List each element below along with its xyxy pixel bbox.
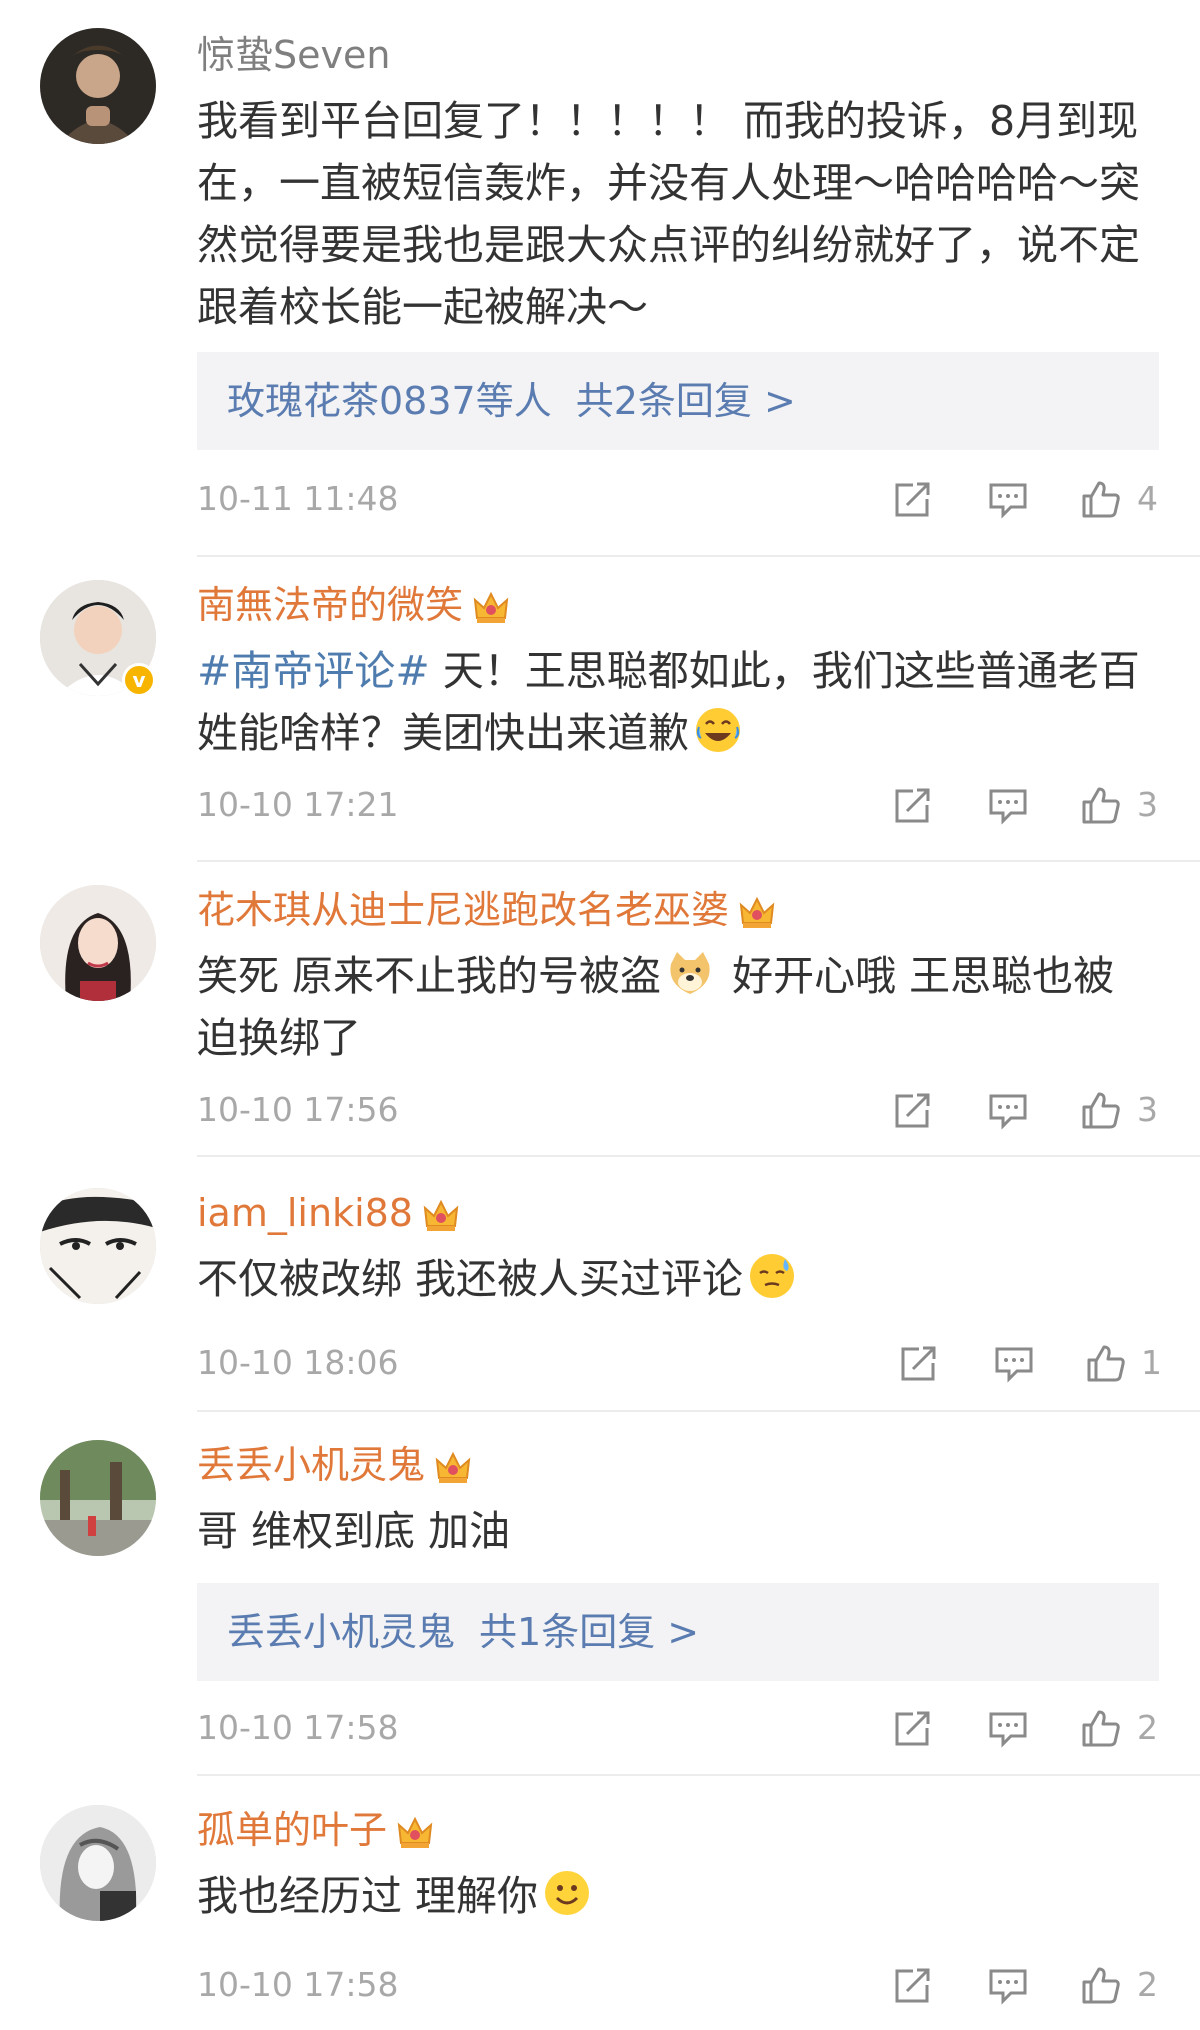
share-icon[interactable] — [891, 479, 933, 519]
avatar[interactable] — [40, 1188, 156, 1304]
smile-emoji-icon — [545, 1871, 590, 1915]
username[interactable]: 南無法帝的微笑 — [197, 582, 511, 628]
comment-item: iam_linki88 不仅被改绑 我还被人买过评论 10-10 18:06 1 — [0, 1158, 1200, 1416]
share-icon[interactable] — [891, 1090, 933, 1130]
divider — [197, 555, 1200, 557]
comment-text: 哥 维权到底 加油 — [197, 1507, 511, 1555]
comment-text: 笑死 原来不止我的号被盗 好开心哦 王思聪也被迫换绑了 — [197, 945, 1152, 1069]
like-icon[interactable] — [1080, 1965, 1122, 2005]
like-icon[interactable] — [1080, 785, 1122, 825]
vip-crown-icon — [473, 591, 509, 623]
share-icon[interactable] — [897, 1343, 939, 1383]
comment-icon[interactable] — [993, 1343, 1035, 1383]
username[interactable]: iam_linki88 — [197, 1190, 461, 1236]
sweat-emoji-icon — [750, 1254, 795, 1298]
comment-time: 10-10 17:21 — [197, 785, 399, 824]
comment-body: 不仅被改绑 我还被人买过评论 — [197, 1255, 744, 1303]
comment-icon[interactable] — [987, 1708, 1029, 1748]
comment-meta: 10-10 17:58 2 — [197, 1703, 1158, 1753]
username-text[interactable]: 孤单的叶子 — [197, 1808, 387, 1852]
comment-meta: 10-10 18:06 1 — [197, 1338, 1162, 1388]
divider — [197, 1155, 1200, 1157]
like-icon[interactable] — [1080, 479, 1122, 519]
divider — [197, 860, 1200, 862]
comment-time: 10-10 17:56 — [197, 1090, 399, 1129]
share-icon[interactable] — [891, 1965, 933, 2005]
comment-time: 10-10 17:58 — [197, 1708, 399, 1747]
comment-text: 不仅被改绑 我还被人买过评论 — [197, 1248, 1152, 1310]
comment-text: 我看到平台回复了！！！！！ 而我的投诉，8月到现在，一直被短信轰炸，并没有人处理… — [197, 97, 1140, 331]
doge-emoji-icon — [670, 952, 710, 994]
share-icon[interactable] — [891, 785, 933, 825]
reply-count-link[interactable]: 共1条回复 > — [479, 1610, 699, 1654]
username[interactable]: 丢丢小机灵鬼 — [197, 1442, 473, 1488]
comment-text: #南帝评论# 天！王思聪都如此，我们这些普通老百姓能啥样？美团快出来道歉 — [197, 640, 1152, 764]
avatar[interactable] — [40, 1805, 156, 1921]
like-icon[interactable] — [1080, 1090, 1122, 1130]
username[interactable]: 惊蛰Seven — [197, 32, 390, 78]
vip-crown-icon — [739, 896, 775, 928]
like-count: 2 — [1137, 1965, 1158, 2004]
comment-icon[interactable] — [987, 1965, 1029, 2005]
reply-count-link[interactable]: 共2条回复 > — [576, 379, 796, 423]
comment-item: 孤单的叶子 我也经历过 理解你 10-10 17:58 2 — [0, 1775, 1200, 2030]
verified-badge-icon: v — [122, 663, 156, 697]
avatar[interactable] — [40, 885, 156, 1001]
comment-icon[interactable] — [987, 1090, 1029, 1130]
comment-time: 10-10 18:06 — [197, 1343, 399, 1382]
comment-time: 10-10 17:58 — [197, 1965, 399, 2004]
comment-meta: 10-10 17:58 2 — [197, 1960, 1158, 2010]
username[interactable]: 孤单的叶子 — [197, 1807, 435, 1853]
reply-users[interactable]: 玫瑰花茶0837等人 — [227, 379, 552, 423]
like-count: 3 — [1137, 785, 1158, 824]
username[interactable]: 花木琪从迪士尼逃跑改名老巫婆 — [197, 887, 777, 933]
comment-meta: 10-11 11:48 4 — [197, 474, 1158, 524]
username-text[interactable]: 花木琪从迪士尼逃跑改名老巫婆 — [197, 888, 729, 932]
vip-crown-icon — [397, 1816, 433, 1848]
hashtag-link[interactable]: #南帝评论# — [197, 647, 430, 695]
avatar[interactable] — [40, 28, 156, 144]
comment-item: 丢丢小机灵鬼 哥 维权到底 加油 丢丢小机灵鬼 共1条回复 > 10-10 17:… — [0, 1410, 1200, 1780]
comment-icon[interactable] — [987, 785, 1029, 825]
reply-summary[interactable]: 丢丢小机灵鬼 共1条回复 > — [197, 1583, 1159, 1681]
comment-item: 惊蛰Seven 我看到平台回复了！！！！！ 而我的投诉，8月到现在，一直被短信轰… — [0, 0, 1200, 560]
comment-icon[interactable] — [987, 479, 1029, 519]
comment-item: v 南無法帝的微笑 #南帝评论# 天！王思聪都如此，我们这些普通老百姓能啥样？美… — [0, 560, 1200, 865]
comment-text: 我也经历过 理解你 — [197, 1865, 1152, 1927]
username-text[interactable]: 南無法帝的微笑 — [197, 583, 463, 627]
like-count: 1 — [1141, 1343, 1162, 1382]
vip-crown-icon — [423, 1199, 459, 1231]
comment-meta: 10-10 17:21 3 — [197, 780, 1158, 830]
avatar[interactable] — [40, 1440, 156, 1556]
like-icon[interactable] — [1085, 1343, 1127, 1383]
like-count: 3 — [1137, 1090, 1158, 1129]
username-text[interactable]: 丢丢小机灵鬼 — [197, 1443, 425, 1487]
laugh-cry-emoji-icon — [696, 708, 740, 752]
comment-body: 笑死 原来不止我的号被盗 — [197, 952, 662, 1000]
username-text[interactable]: iam_linki88 — [197, 1191, 413, 1235]
reply-users[interactable]: 丢丢小机灵鬼 — [227, 1610, 455, 1654]
comment-time: 10-11 11:48 — [197, 479, 399, 518]
share-icon[interactable] — [891, 1708, 933, 1748]
comment-meta: 10-10 17:56 3 — [197, 1085, 1158, 1135]
like-icon[interactable] — [1080, 1708, 1122, 1748]
like-count: 2 — [1137, 1708, 1158, 1747]
comment-item: 花木琪从迪士尼逃跑改名老巫婆 笑死 原来不止我的号被盗 好开心哦 王思聪也被迫换… — [0, 865, 1200, 1165]
comment-body: 我也经历过 理解你 — [197, 1872, 539, 1920]
vip-crown-icon — [435, 1451, 471, 1483]
reply-summary[interactable]: 玫瑰花茶0837等人 共2条回复 > — [197, 352, 1159, 450]
like-count: 4 — [1137, 479, 1158, 518]
